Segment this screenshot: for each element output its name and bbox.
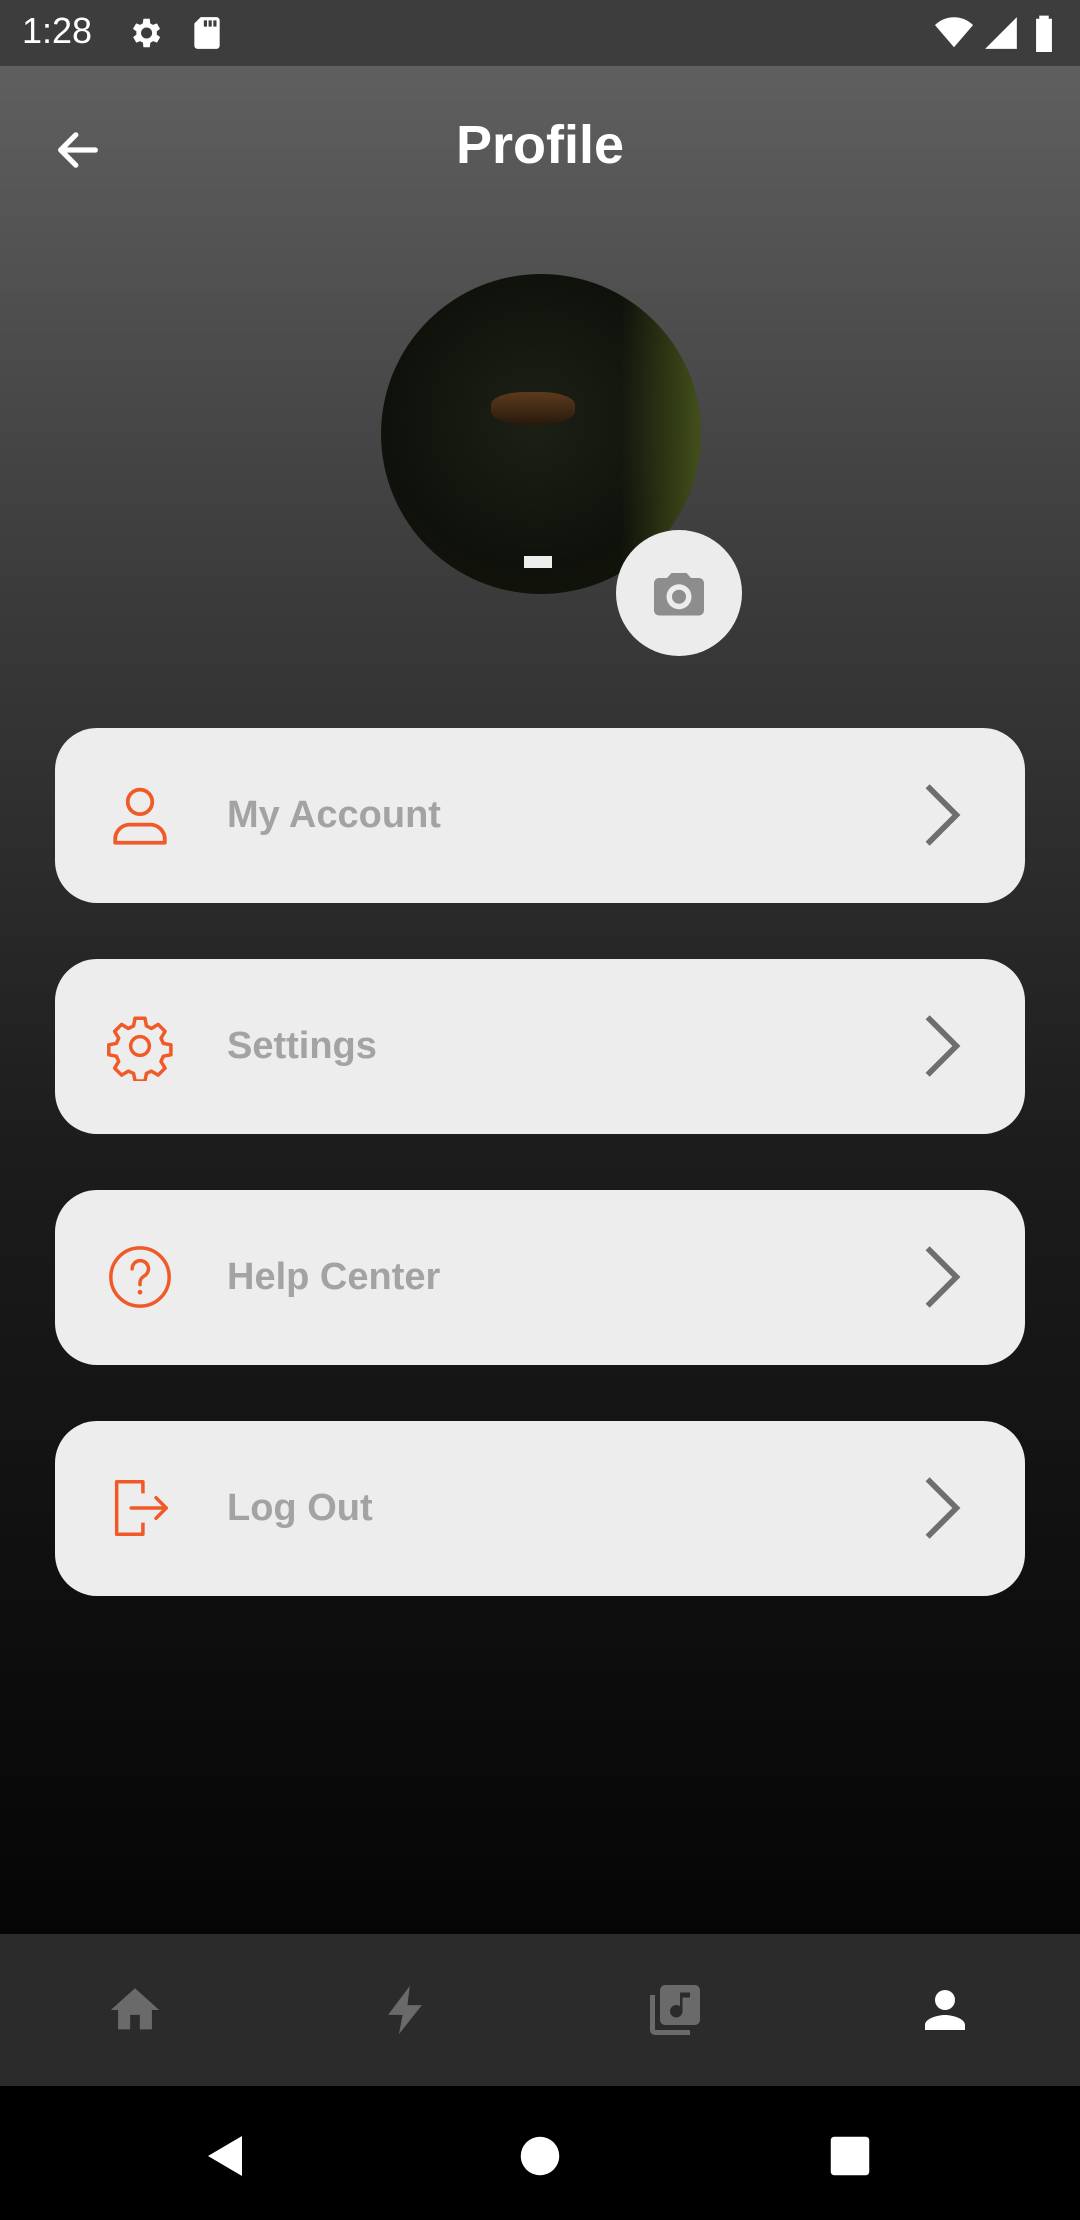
battery-icon (1032, 14, 1056, 53)
gear-icon (107, 1016, 173, 1081)
menu-item-log-out[interactable]: Log Out (55, 1421, 1025, 1596)
menu-item-label: My Account (227, 794, 441, 836)
menu-item-help-center[interactable]: Help Center (55, 1190, 1025, 1365)
bottom-nav (0, 1934, 1080, 2086)
back-triangle-icon (208, 2136, 242, 2176)
menu-item-label: Settings (227, 1025, 377, 1067)
change-photo-button[interactable] (616, 530, 742, 656)
avatar-image-detail (491, 392, 575, 424)
nav-home[interactable] (0, 1934, 270, 2086)
profile-screen: Profile My Account Settings Help Center … (0, 66, 1080, 1934)
signal-icon (982, 14, 1020, 52)
chevron-right-icon (925, 1246, 961, 1308)
status-time: 1:28 (22, 10, 93, 51)
system-home-button[interactable] (500, 2116, 580, 2196)
user-icon (113, 787, 167, 845)
nav-library[interactable] (540, 1934, 810, 2086)
camera-icon (654, 573, 704, 616)
avatar-image-label (524, 556, 552, 568)
chevron-right-icon (925, 1015, 961, 1077)
nav-bolt[interactable] (270, 1934, 540, 2086)
chevron-right-icon (925, 784, 961, 846)
home-circle-icon (520, 2136, 560, 2176)
sd-card-icon (188, 14, 226, 52)
settings-icon (126, 14, 164, 52)
system-nav-bar (0, 2086, 1080, 2220)
page-title: Profile (455, 115, 625, 175)
home-icon (110, 1988, 160, 2030)
logout-icon (114, 1480, 168, 1536)
chevron-right-icon (925, 1477, 961, 1539)
menu-item-settings[interactable]: Settings (55, 959, 1025, 1134)
bolt-icon (388, 1985, 422, 2035)
library-music-icon (650, 1985, 700, 2035)
system-recents-button[interactable] (810, 2116, 890, 2196)
help-icon (109, 1246, 171, 1308)
wifi-icon (934, 14, 973, 52)
recents-square-icon (830, 2136, 870, 2176)
menu-item-my-account[interactable]: My Account (55, 728, 1025, 903)
status-bar: 1:28 (0, 0, 1080, 66)
system-back-button[interactable] (186, 2116, 266, 2196)
menu-item-label: Help Center (227, 1256, 441, 1298)
menu-item-label: Log Out (227, 1487, 373, 1529)
nav-profile[interactable] (810, 1934, 1080, 2086)
person-icon (925, 1990, 965, 2030)
